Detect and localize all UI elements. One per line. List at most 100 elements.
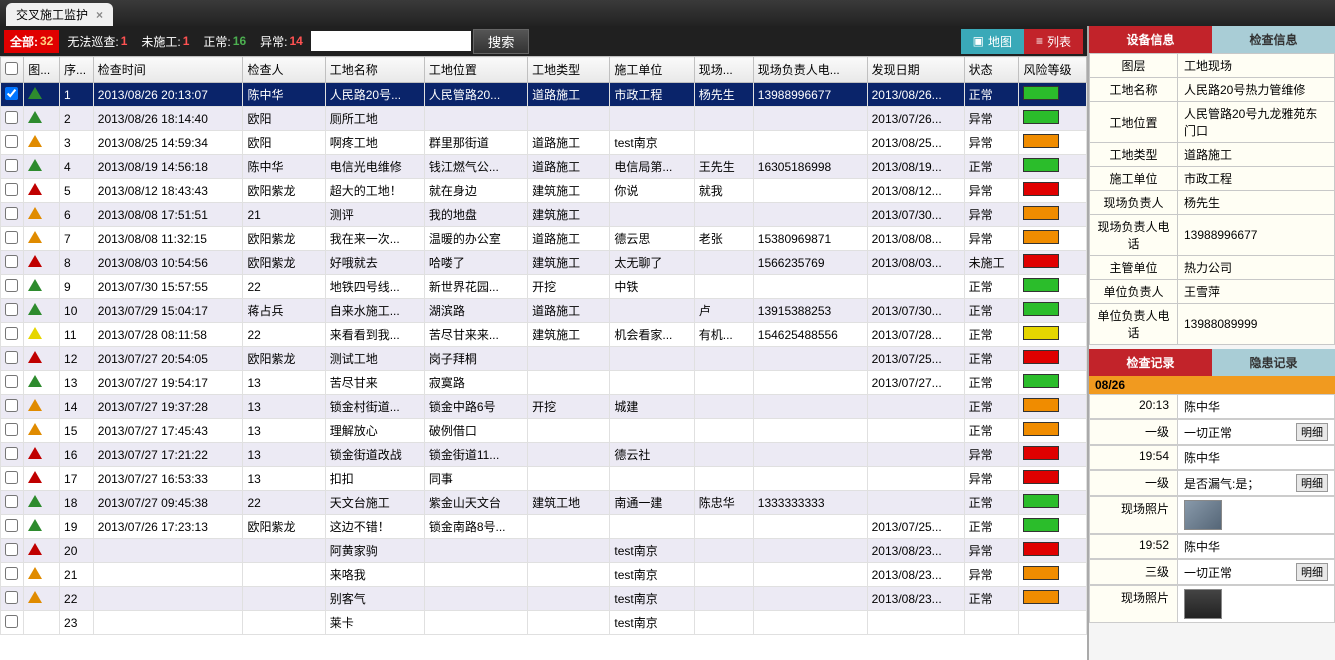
cell-location: 湖滨路 (424, 299, 527, 323)
cell-site: 人民路20号... (325, 83, 424, 107)
cell-status: 正常 (964, 515, 1019, 539)
filter-nowork[interactable]: 未施工:1 (135, 30, 195, 53)
row-checkbox[interactable] (5, 111, 18, 124)
table-row[interactable]: 172013/07/27 16:53:3313扣扣同事异常 (1, 467, 1087, 491)
table-row[interactable]: 162013/07/27 17:21:2213锁金街道改战锁金街道11...德云… (1, 443, 1087, 467)
row-checkbox[interactable] (5, 159, 18, 172)
row-checkbox[interactable] (5, 375, 18, 388)
table-row[interactable]: 20阿黄家驹test南京2013/08/23...异常 (1, 539, 1087, 563)
col-checkbox[interactable] (1, 57, 24, 83)
col-status[interactable]: 状态 (964, 57, 1019, 83)
row-checkbox[interactable] (5, 591, 18, 604)
cell-found: 2013/08/03... (867, 251, 964, 275)
col-type[interactable]: 工地类型 (528, 57, 610, 83)
col-tel[interactable]: 现场负责人电... (753, 57, 867, 83)
tab-device-info[interactable]: 设备信息 (1089, 26, 1212, 53)
detail-button[interactable]: 明细 (1296, 423, 1328, 441)
cell-manager (694, 611, 753, 635)
table-row[interactable]: 122013/07/27 20:54:05欧阳紫龙测试工地岗子拜桐2013/07… (1, 347, 1087, 371)
row-checkbox[interactable] (5, 399, 18, 412)
row-checkbox[interactable] (5, 495, 18, 508)
table-row[interactable]: 22别客气test南京2013/08/23...正常 (1, 587, 1087, 611)
row-checkbox[interactable] (5, 135, 18, 148)
table-row[interactable]: 32013/08/25 14:59:34欧阳啊疼工地群里那街道道路施工test南… (1, 131, 1087, 155)
table-row[interactable]: 42013/08/19 14:56:18陈中华电信光电维修钱江燃气公...道路施… (1, 155, 1087, 179)
cell-status: 正常 (964, 491, 1019, 515)
row-checkbox[interactable] (5, 519, 18, 532)
table-row[interactable]: 132013/07/27 19:54:1713苦尽甘来寂寞路2013/07/27… (1, 371, 1087, 395)
row-checkbox[interactable] (5, 231, 18, 244)
table-row[interactable]: 92013/07/30 15:57:5522地铁四号线...新世界花园...开挖… (1, 275, 1087, 299)
detail-button[interactable]: 明细 (1296, 474, 1328, 492)
row-checkbox[interactable] (5, 87, 18, 100)
col-site[interactable]: 工地名称 (325, 57, 424, 83)
photo-thumbnail[interactable] (1184, 500, 1222, 530)
filter-nopatrol[interactable]: 无法巡查:1 (61, 30, 133, 53)
col-icon[interactable]: 图... (24, 57, 60, 83)
cell-site: 锁金村街道... (325, 395, 424, 419)
row-checkbox[interactable] (5, 279, 18, 292)
cell-unit: 市政工程 (610, 83, 694, 107)
row-checkbox[interactable] (5, 327, 18, 340)
col-manager[interactable]: 现场... (694, 57, 753, 83)
tab-check-record[interactable]: 检查记录 (1089, 349, 1212, 376)
cell-site: 天文台施工 (325, 491, 424, 515)
cell-found (867, 419, 964, 443)
cell-unit: 电信局第... (610, 155, 694, 179)
cell-found: 2013/07/25... (867, 347, 964, 371)
table-row[interactable]: 112013/07/28 08:11:5822来看看到我...苦尽甘来来...建… (1, 323, 1087, 347)
cell-time: 2013/08/26 18:14:40 (93, 107, 243, 131)
row-checkbox[interactable] (5, 447, 18, 460)
filter-normal[interactable]: 正常:16 (197, 30, 252, 53)
row-checkbox[interactable] (5, 423, 18, 436)
view-list-button[interactable]: ≡ 列表 (1024, 29, 1083, 54)
col-found[interactable]: 发现日期 (867, 57, 964, 83)
cell-inspector (243, 539, 325, 563)
view-map-button[interactable]: ▣ 地图 (961, 29, 1024, 54)
table-row[interactable]: 152013/07/27 17:45:4313理解放心破例借口正常 (1, 419, 1087, 443)
col-inspector[interactable]: 检查人 (243, 57, 325, 83)
col-unit[interactable]: 施工单位 (610, 57, 694, 83)
cell-inspector: 欧阳紫龙 (243, 515, 325, 539)
tab-main[interactable]: 交叉施工监护 × (6, 3, 113, 26)
col-risk[interactable]: 风险等级 (1019, 57, 1087, 83)
filter-abnormal[interactable]: 异常:14 (254, 30, 309, 53)
table-row[interactable]: 52013/08/12 18:43:43欧阳紫龙超大的工地！就在身边建筑施工你说… (1, 179, 1087, 203)
table-row[interactable]: 102013/07/29 15:04:17蒋占兵自来水施工...湖滨路道路施工卢… (1, 299, 1087, 323)
table-row[interactable]: 72013/08/08 11:32:15欧阳紫龙我在来一次...温暖的办公室道路… (1, 227, 1087, 251)
row-checkbox[interactable] (5, 351, 18, 364)
table-row[interactable]: 192013/07/26 17:23:13欧阳紫龙这边不错！锁金南路8号...2… (1, 515, 1087, 539)
table-row[interactable]: 22013/08/26 18:14:40欧阳厕所工地2013/07/26...异… (1, 107, 1087, 131)
row-checkbox[interactable] (5, 567, 18, 580)
cell-manager: 就我 (694, 179, 753, 203)
row-checkbox[interactable] (5, 471, 18, 484)
cell-risk (1019, 347, 1087, 371)
search-button[interactable]: 搜索 (473, 29, 530, 54)
tab-danger-record[interactable]: 隐患记录 (1212, 349, 1335, 376)
cell-inspector: 欧阳紫龙 (243, 347, 325, 371)
row-checkbox[interactable] (5, 183, 18, 196)
table-row[interactable]: 21来咯我test南京2013/08/23...异常 (1, 563, 1087, 587)
table-row[interactable]: 82013/08/03 10:54:56欧阳紫龙好哦就去哈喽了建筑施工太无聊了1… (1, 251, 1087, 275)
row-checkbox[interactable] (5, 255, 18, 268)
table-row[interactable]: 23莱卡test南京 (1, 611, 1087, 635)
col-time[interactable]: 检查时间 (93, 57, 243, 83)
kv-key: 工地名称 (1090, 78, 1178, 102)
search-input[interactable] (311, 31, 471, 51)
row-checkbox[interactable] (5, 543, 18, 556)
table-row[interactable]: 62013/08/08 17:51:5121测评我的地盘建筑施工2013/07/… (1, 203, 1087, 227)
col-seq[interactable]: 序... (60, 57, 94, 83)
row-checkbox[interactable] (5, 615, 18, 628)
close-icon[interactable]: × (96, 8, 103, 22)
row-checkbox[interactable] (5, 207, 18, 220)
photo-thumbnail[interactable] (1184, 589, 1222, 619)
row-checkbox[interactable] (5, 303, 18, 316)
table-row[interactable]: 12013/08/26 20:13:07陈中华人民路20号...人民管路20..… (1, 83, 1087, 107)
detail-button[interactable]: 明细 (1296, 563, 1328, 581)
col-location[interactable]: 工地位置 (424, 57, 527, 83)
cell-found: 2013/07/27... (867, 371, 964, 395)
table-row[interactable]: 182013/07/27 09:45:3822天文台施工紫金山天文台建筑工地南通… (1, 491, 1087, 515)
tab-check-info[interactable]: 检查信息 (1212, 26, 1335, 53)
table-row[interactable]: 142013/07/27 19:37:2813锁金村街道...锁金中路6号开挖城… (1, 395, 1087, 419)
filter-all[interactable]: 全部:32 (4, 30, 59, 53)
